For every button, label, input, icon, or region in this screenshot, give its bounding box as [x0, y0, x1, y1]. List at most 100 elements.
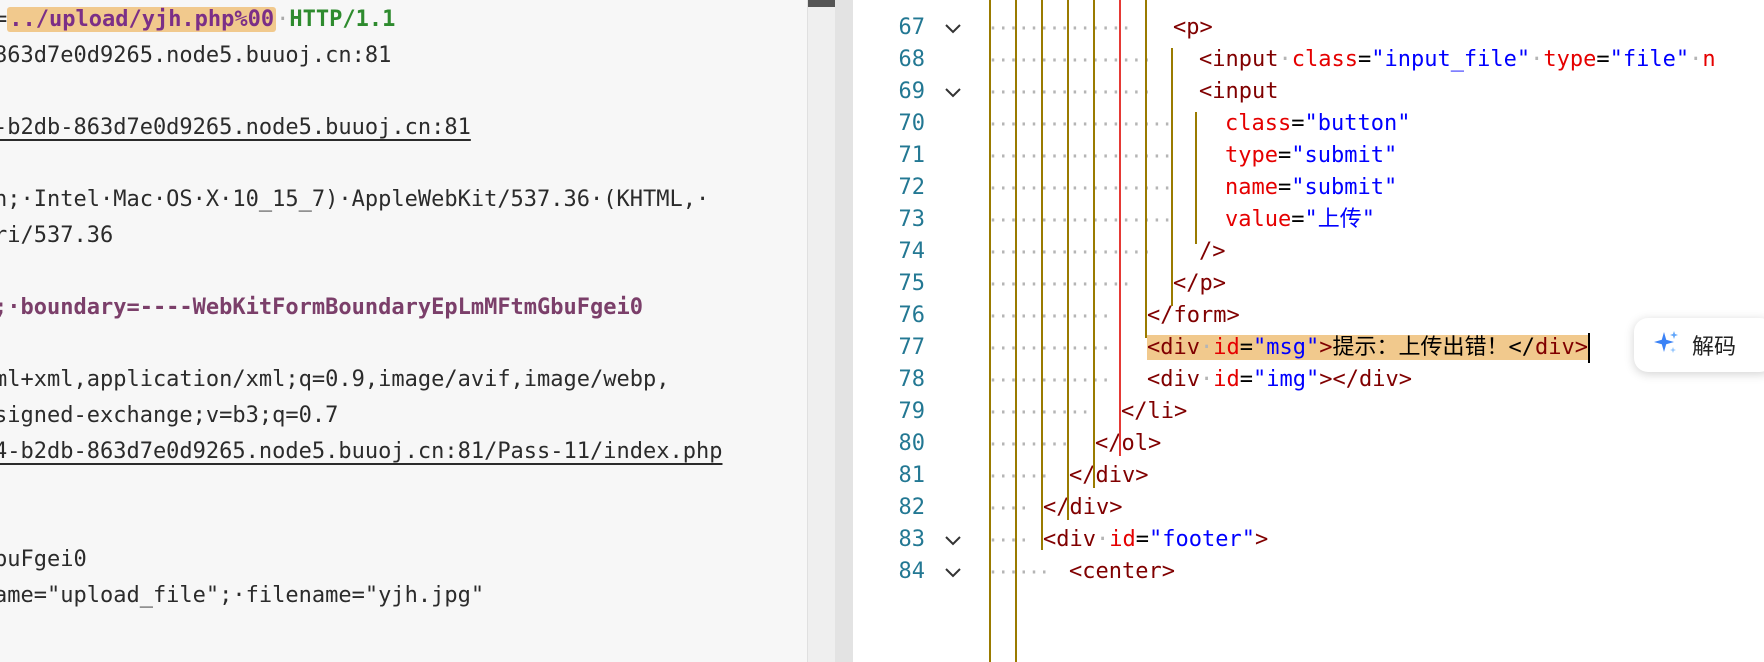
- indent-guide: [989, 0, 991, 662]
- code-token: "submit": [1291, 143, 1398, 168]
- request-text: ame="upload_file";·filename="yjh.jpg": [0, 583, 485, 608]
- code-token: >: [1319, 335, 1333, 360]
- code-token: =: [1291, 111, 1305, 136]
- indent-whitespace: ········: [987, 432, 1071, 456]
- indent-guide: [1041, 0, 1043, 550]
- line-number: 80: [898, 431, 926, 456]
- indent-whitespace: ················: [987, 74, 1195, 110]
- request-text: ri/537.36: [0, 223, 114, 248]
- code-token: =: [1239, 367, 1253, 392]
- code-line: </div>: [1043, 490, 1122, 526]
- indent-whitespace: ····: [987, 496, 1030, 520]
- decode-button[interactable]: 解码: [1634, 318, 1764, 372]
- request-text: ;·boundary=----WebKitFormBoundaryEpLmMFt…: [0, 295, 644, 320]
- line-number: 70: [898, 111, 926, 136]
- code-token: value: [1225, 207, 1292, 232]
- indent-guide: [1145, 0, 1147, 338]
- code-line: value="上传": [1225, 202, 1375, 238]
- request-text: signed-exchange;v=b3;q=0.7: [0, 403, 339, 428]
- code-line: <div·id="footer">: [1043, 522, 1268, 558]
- code-line: <div·id="msg">提示：上传出错！</div>: [1147, 330, 1590, 366]
- indent-guide: [1171, 48, 1173, 306]
- code-line: />: [1199, 234, 1226, 270]
- code-token: <center>: [1069, 559, 1175, 584]
- line-number: 78: [898, 367, 926, 392]
- raw-request-editor[interactable]: =../upload/yjh.php%00·HTTP/1.1 863d7e0d92…: [0, 0, 808, 662]
- code-token: </p>: [1173, 271, 1226, 296]
- chevron-down-icon[interactable]: [943, 522, 963, 558]
- code-token: =: [1357, 47, 1372, 72]
- code-token: ·: [1095, 527, 1110, 552]
- indent-whitespace: ················: [987, 42, 1195, 78]
- code-line: </ol>: [1095, 426, 1161, 462]
- code-token: div>: [1534, 335, 1588, 360]
- code-token: class: [1291, 47, 1358, 72]
- code-token: "file": [1609, 47, 1690, 72]
- text-cursor: [1587, 333, 1590, 363]
- request-line: 863d7e0d9265.node5.buuoj.cn:81: [0, 38, 391, 74]
- request-line: signed-exchange;v=b3;q=0.7: [0, 398, 338, 434]
- left-scrollbar-thumb[interactable]: [808, 0, 836, 7]
- request-line: ;·boundary=----WebKitFormBoundaryEpLmMFt…: [0, 290, 643, 326]
- code-token: ·: [1278, 47, 1292, 72]
- code-token: =: [1596, 47, 1610, 72]
- line-number: 67: [898, 15, 926, 40]
- request-text: h;·Intel·Mac·OS·X·10_15_7)·AppleWebKit/5…: [0, 187, 710, 212]
- request-text: 4-b2db-863d7e0d9265.node5.buuoj.cn:81/Pa…: [0, 439, 723, 464]
- code-line: type="submit": [1225, 138, 1397, 174]
- request-line: -b2db-863d7e0d9265.node5.buuoj.cn:81: [0, 110, 471, 146]
- code-line: </form>: [1147, 298, 1240, 334]
- code-line: <div·id="img"></div>: [1147, 362, 1412, 398]
- line-number: 69: [898, 79, 926, 104]
- code-token: />: [1199, 239, 1226, 264]
- code-line: </div>: [1069, 458, 1148, 494]
- request-line: ame="upload_file";·filename="yjh.jpg": [0, 578, 484, 614]
- indent-whitespace: ··················: [987, 112, 1173, 136]
- pane-divider[interactable]: [835, 0, 853, 662]
- code-line: <p>: [1173, 10, 1213, 46]
- chevron-down-icon[interactable]: [943, 74, 963, 110]
- code-token: <input: [1199, 47, 1279, 72]
- response-code-editor[interactable]: 67··············<p>68················<in…: [853, 0, 1764, 662]
- request-line: buFgei0: [0, 542, 87, 578]
- code-token: </form>: [1147, 303, 1240, 328]
- code-token: class: [1225, 111, 1292, 136]
- code-token: =: [1291, 207, 1305, 232]
- indent-guide: [1119, 0, 1121, 456]
- request-text: HTTP/1.1: [289, 7, 396, 32]
- chevron-down-icon[interactable]: [943, 554, 963, 590]
- code-token: <div: [1147, 367, 1200, 392]
- indent-whitespace: ····: [987, 528, 1030, 552]
- line-number: 71: [898, 143, 926, 168]
- sparkle-icon: [1652, 329, 1680, 361]
- line-number: 84: [898, 559, 926, 584]
- left-scrollbar[interactable]: [807, 0, 836, 662]
- code-token: "footer": [1148, 527, 1255, 552]
- request-line: =../upload/yjh.php%00·HTTP/1.1: [0, 2, 395, 38]
- code-token: type: [1543, 47, 1597, 72]
- code-token: </ol>: [1095, 431, 1162, 456]
- chevron-down-icon[interactable]: [943, 10, 963, 46]
- code-token: "submit": [1291, 175, 1398, 200]
- request-line: ml+xml,application/xml;q=0.9,image/avif,…: [0, 362, 670, 398]
- code-token: <div: [1147, 335, 1200, 360]
- code-token: =: [1135, 527, 1149, 552]
- line-number: 79: [898, 399, 926, 424]
- request-text: ·: [276, 7, 290, 32]
- code-line: name="submit": [1225, 170, 1397, 206]
- code-token: </li>: [1121, 399, 1188, 424]
- request-text: buFgei0: [0, 547, 87, 572]
- line-number: 73: [898, 207, 926, 232]
- code-token: <p>: [1173, 15, 1213, 40]
- code-line: <input: [1199, 74, 1278, 110]
- request-text: 863d7e0d9265.node5.buuoj.cn:81: [0, 43, 392, 68]
- line-number: 75: [898, 271, 926, 296]
- line-number: 77: [898, 335, 926, 360]
- code-token: ·: [1530, 47, 1544, 72]
- code-token: </div>: [1069, 463, 1149, 488]
- code-token: ·: [1689, 47, 1703, 72]
- line-number: 83: [898, 527, 926, 552]
- line-number: 82: [898, 495, 926, 520]
- line-number: 68: [898, 47, 926, 72]
- request-line: 4-b2db-863d7e0d9265.node5.buuoj.cn:81/Pa…: [0, 434, 722, 470]
